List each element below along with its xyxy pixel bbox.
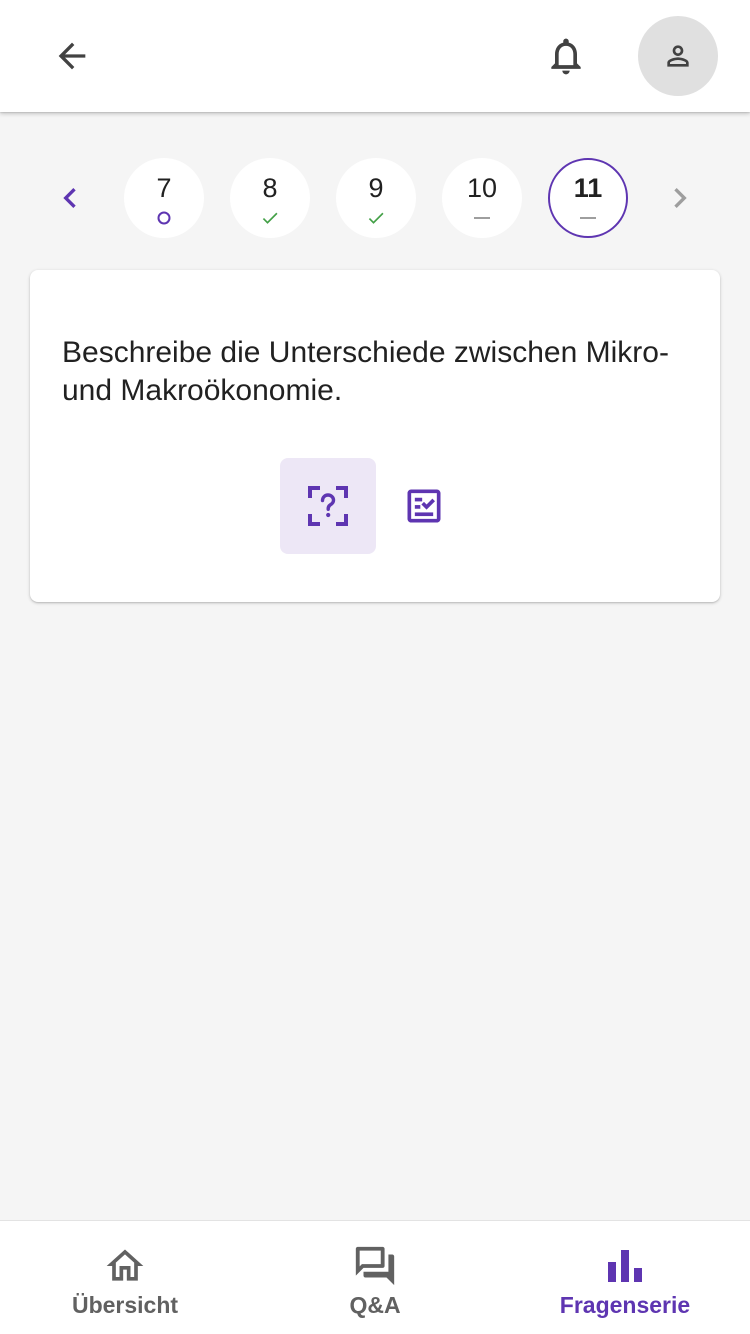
show-answer-button[interactable] [376,458,472,554]
profile-avatar-button[interactable] [638,16,718,96]
status-correct-indicator [260,208,280,228]
top-app-bar [0,0,750,112]
question-chip-9[interactable]: 9 [336,158,416,238]
forum-icon [355,1246,395,1286]
person-icon [667,45,689,67]
dash-icon [474,217,490,219]
question-number: 10 [466,173,498,203]
home-icon [106,1249,144,1281]
previous-questions-button[interactable] [40,158,100,238]
question-chip-10[interactable]: 10 [442,158,522,238]
nav-tab-qa[interactable]: Q&A [250,1221,500,1334]
bar-chart-icon [608,1250,642,1282]
bar-chart-icon-wrap [600,1241,650,1291]
check-icon [262,212,278,224]
question-number: 8 [262,173,278,203]
next-questions-button[interactable] [650,158,710,238]
bell-icon [551,38,581,75]
nav-tab-overview[interactable]: Übersicht [0,1221,250,1334]
status-open-indicator [154,208,174,228]
home-icon-wrap [100,1241,150,1291]
status-correct-indicator [366,208,386,228]
nav-tab-label: Q&A [349,1292,401,1318]
question-text: Beschreibe die Unterschiede zwischen Mi­… [62,336,669,407]
chevron-right-icon [674,188,687,208]
forum-icon-wrap [350,1241,400,1291]
dash-icon [580,217,596,219]
nav-tab-label: Übersicht [71,1292,179,1318]
bottom-navigation: Übersicht Q&A Fragenserie [0,1220,750,1334]
status-skipped-indicator [472,208,492,228]
show-question-button[interactable] [280,458,376,554]
status-skipped-indicator [578,208,598,228]
question-number: 7 [156,173,172,203]
chevron-left-icon [63,188,76,208]
question-selector: 7 8 9 10 11 [0,158,750,238]
question-chip-7[interactable]: 7 [124,158,204,238]
nav-tab-question-series[interactable]: Fragenserie [500,1221,750,1334]
question-chip-8[interactable]: 8 [230,158,310,238]
circle-outline-icon [157,211,171,225]
back-button[interactable] [32,16,112,96]
app-root: 7 8 9 10 11 Beschreibe die Unterschiede … [0,0,750,1334]
question-chip-11[interactable]: 11 [548,158,628,238]
question-frame-icon [308,486,348,526]
checklist-icon [407,489,441,523]
arrow-left-icon [58,42,86,70]
nav-tab-label: Fragenserie [559,1292,691,1318]
question-number: 11 [573,173,603,203]
check-icon [368,212,384,224]
question-number: 9 [368,173,384,203]
question-card: Beschreibe die Unterschiede zwischen Mi­… [30,270,720,602]
notifications-button[interactable] [526,16,606,96]
